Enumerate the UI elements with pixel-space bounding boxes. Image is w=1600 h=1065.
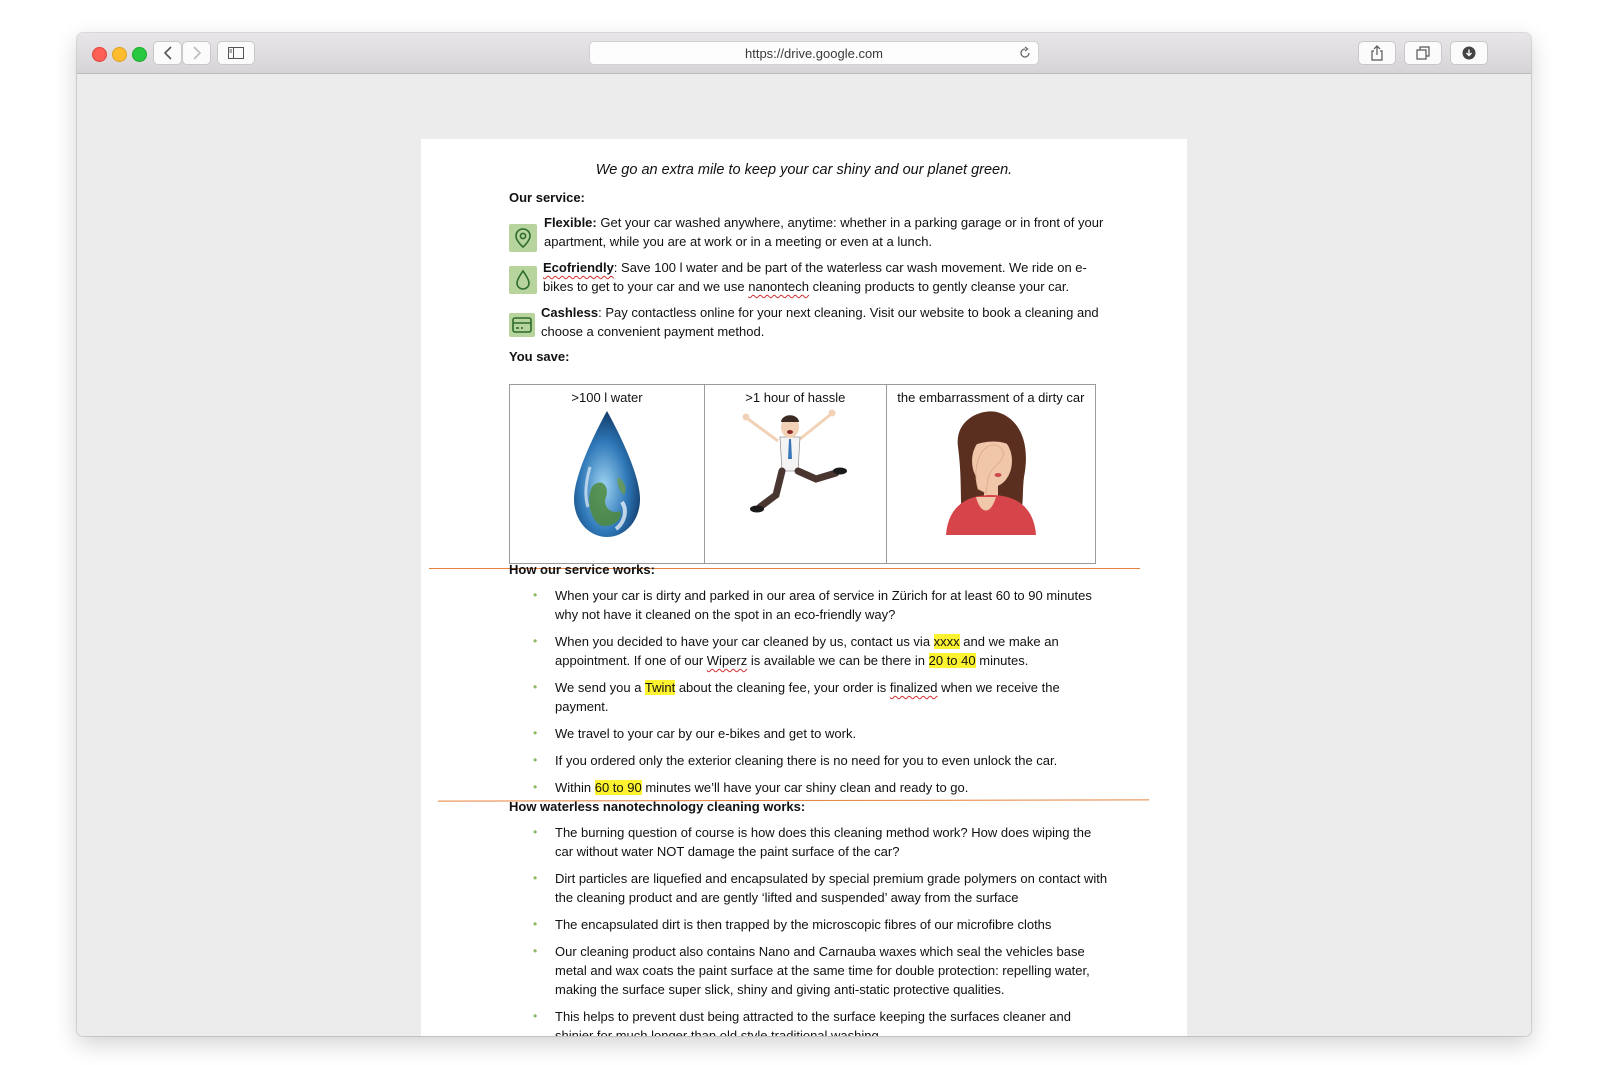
back-button[interactable] xyxy=(153,41,182,65)
list-item-text: minutes we’ll have your car shiny clean … xyxy=(641,780,969,795)
nano-heading: How waterless nanotechnology cleaning wo… xyxy=(509,799,806,814)
feature-title: Cashless xyxy=(541,305,599,320)
tabs-icon xyxy=(1416,46,1430,60)
list-item: Dirt particles are liquefied and encapsu… xyxy=(509,869,1109,907)
water-drop-icon xyxy=(509,266,537,294)
feature-description-end: cleaning products to gently cleanse your… xyxy=(808,279,1070,294)
list-item-text: When your car is dirty and parked in our… xyxy=(555,588,1092,622)
sidebar-icon xyxy=(228,47,244,59)
sidebar-button[interactable] xyxy=(217,41,255,65)
browser-window: https://drive.google.com We go an extra … xyxy=(77,33,1531,1036)
share-icon xyxy=(1371,45,1383,61)
browser-toolbar: https://drive.google.com xyxy=(77,33,1531,74)
misspelled-word: Wiperz xyxy=(706,653,748,668)
share-button[interactable] xyxy=(1358,41,1396,65)
save-heading: You save: xyxy=(509,349,570,364)
list-item: We travel to your car by our e-bikes and… xyxy=(509,724,1109,743)
savings-cell-time: >1 hour of hassle xyxy=(703,384,887,564)
list-item-text: We send you a xyxy=(555,680,645,695)
forward-button[interactable] xyxy=(182,41,211,65)
how-heading: How our service works: xyxy=(509,562,655,577)
list-item-text: The encapsulated dirt is then trapped by… xyxy=(555,917,1052,932)
close-window-button[interactable] xyxy=(92,47,107,62)
savings-table: >100 l water >1 hour of hassle the embar… xyxy=(509,384,1097,564)
list-item: This helps to prevent dust being attract… xyxy=(509,1007,1109,1036)
feature-flexible: Flexible: Get your car washed anywhere, … xyxy=(509,213,1109,253)
reload-icon[interactable] xyxy=(1018,46,1032,60)
embarrassed-woman-illustration xyxy=(945,411,1036,535)
document-viewport[interactable]: We go an extra mile to keep your car shi… xyxy=(77,74,1531,1036)
list-item: If you ordered only the exterior cleanin… xyxy=(509,751,1109,770)
nano-list: The burning question of course is how do… xyxy=(509,823,1109,1036)
list-item-text: When you decided to have your car cleane… xyxy=(555,634,934,649)
list-item-text: Our cleaning product also contains Nano … xyxy=(555,944,1090,997)
list-item: Within 60 to 90 minutes we’ll have your … xyxy=(509,778,1109,797)
list-item-text: This helps to prevent dust being attract… xyxy=(555,1009,1071,1036)
feature-ecofriendly: Ecofriendly: Save 100 l water and be par… xyxy=(509,258,1109,298)
earth-water-drop-illustration xyxy=(573,411,640,537)
tagline: We go an extra mile to keep your car shi… xyxy=(595,162,1013,178)
tabs-overview-button[interactable] xyxy=(1404,41,1442,65)
feature-cashless: Cashless: Pay contactless online for you… xyxy=(509,303,1109,343)
stressed-man-illustration xyxy=(742,409,848,513)
service-heading: Our service: xyxy=(509,190,585,205)
highlighted-text: Twint xyxy=(644,680,676,695)
savings-label: >100 l water xyxy=(571,390,643,405)
downloads-button[interactable] xyxy=(1450,41,1488,65)
feature-title: Flexible: xyxy=(544,215,597,230)
feature-description: : Pay contactless online for your next c… xyxy=(541,305,1099,339)
list-item-text: minutes. xyxy=(975,653,1029,668)
feature-cashless-text: Cashless: Pay contactless online for you… xyxy=(541,303,1101,341)
chevron-left-icon xyxy=(163,46,172,60)
savings-cell-water: >100 l water xyxy=(509,384,705,564)
highlighted-text: xxxx xyxy=(933,634,960,649)
address-bar[interactable]: https://drive.google.com xyxy=(589,41,1039,65)
url-text: https://drive.google.com xyxy=(744,46,884,61)
credit-card-icon xyxy=(509,313,535,337)
list-item-text: Dirt particles are liquefied and encapsu… xyxy=(555,871,1108,905)
download-icon xyxy=(1462,46,1476,60)
savings-label: >1 hour of hassle xyxy=(745,390,846,405)
list-item-text: about the cleaning fee, your order is xyxy=(675,680,890,695)
savings-cell-embarrassment: the embarrassment of a dirty car xyxy=(885,384,1097,564)
list-item-text: The burning question of course is how do… xyxy=(555,825,1092,859)
highlighted-text: 60 to 90 xyxy=(594,780,642,795)
feature-title: Ecofriendly xyxy=(543,260,614,275)
savings-label: the embarrassment of a dirty car xyxy=(897,390,1085,405)
list-item: The burning question of course is how do… xyxy=(509,823,1109,861)
how-list: When your car is dirty and parked in our… xyxy=(509,586,1109,805)
document-page: We go an extra mile to keep your car shi… xyxy=(421,139,1187,1036)
misspelled-word: nanontech xyxy=(748,279,809,294)
list-item: The encapsulated dirt is then trapped by… xyxy=(509,915,1109,934)
highlighted-text: 20 to 40 xyxy=(928,653,976,668)
list-item-text: Within xyxy=(555,780,595,795)
list-item: We send you a Twint about the cleaning f… xyxy=(509,678,1109,716)
list-item: When you decided to have your car cleane… xyxy=(509,632,1109,670)
minimize-window-button[interactable] xyxy=(112,47,127,62)
chevron-right-icon xyxy=(192,46,201,60)
location-pin-icon xyxy=(509,224,537,252)
list-item-text: If you ordered only the exterior cleanin… xyxy=(555,753,1058,768)
list-item-text: We travel to your car by our e-bikes and… xyxy=(555,726,857,741)
feature-description: Get your car washed anywhere, anytime: w… xyxy=(544,215,1104,249)
zoom-window-button[interactable] xyxy=(132,47,147,62)
misspelled-word: finalized xyxy=(889,680,938,695)
list-item: Our cleaning product also contains Nano … xyxy=(509,942,1109,999)
feature-flexible-text: Flexible: Get your car washed anywhere, … xyxy=(544,213,1104,251)
list-item: When your car is dirty and parked in our… xyxy=(509,586,1109,624)
feature-ecofriendly-text: Ecofriendly: Save 100 l water and be par… xyxy=(543,258,1103,296)
list-item-text: is available we can be there in xyxy=(747,653,929,668)
